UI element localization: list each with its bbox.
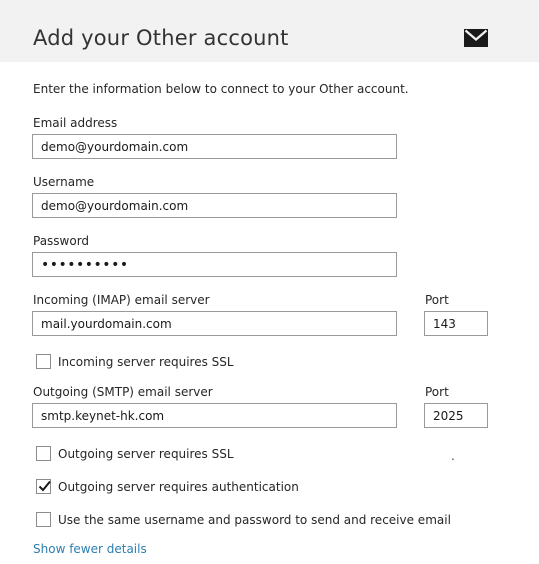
password-field[interactable] xyxy=(32,252,397,277)
outgoing-server-field[interactable] xyxy=(32,403,397,428)
show-fewer-details-link[interactable]: Show fewer details xyxy=(33,542,147,556)
incoming-server-field[interactable] xyxy=(32,311,397,336)
incoming-server-label: Incoming (IMAP) email server xyxy=(33,293,210,307)
page-title: Add your Other account xyxy=(33,26,289,50)
incoming-ssl-label[interactable]: Incoming server requires SSL xyxy=(58,355,234,370)
outgoing-ssl-label[interactable]: Outgoing server requires SSL xyxy=(58,447,234,462)
outgoing-auth-label[interactable]: Outgoing server requires authentication xyxy=(58,480,299,495)
username-field[interactable] xyxy=(32,193,397,218)
outgoing-ssl-checkbox[interactable] xyxy=(36,446,51,461)
outgoing-server-label: Outgoing (SMTP) email server xyxy=(33,385,213,399)
same-credentials-label[interactable]: Use the same username and password to se… xyxy=(58,513,451,528)
mail-icon xyxy=(464,29,488,47)
password-label: Password xyxy=(33,234,90,248)
same-credentials-checkbox[interactable] xyxy=(36,512,51,527)
incoming-ssl-checkbox[interactable] xyxy=(36,354,51,369)
incoming-port-field[interactable] xyxy=(424,311,488,336)
checkmark-icon xyxy=(38,480,51,492)
email-field[interactable] xyxy=(32,134,397,159)
stray-dot: . xyxy=(451,449,455,463)
outgoing-port-field[interactable] xyxy=(424,403,488,428)
outgoing-port-label: Port xyxy=(425,385,449,399)
incoming-port-label: Port xyxy=(425,293,449,307)
intro-text: Enter the information below to connect t… xyxy=(33,82,409,96)
email-label: Email address xyxy=(33,116,118,130)
outgoing-auth-checkbox[interactable] xyxy=(36,479,51,494)
page-header: Add your Other account xyxy=(0,0,539,62)
username-label: Username xyxy=(33,175,95,189)
